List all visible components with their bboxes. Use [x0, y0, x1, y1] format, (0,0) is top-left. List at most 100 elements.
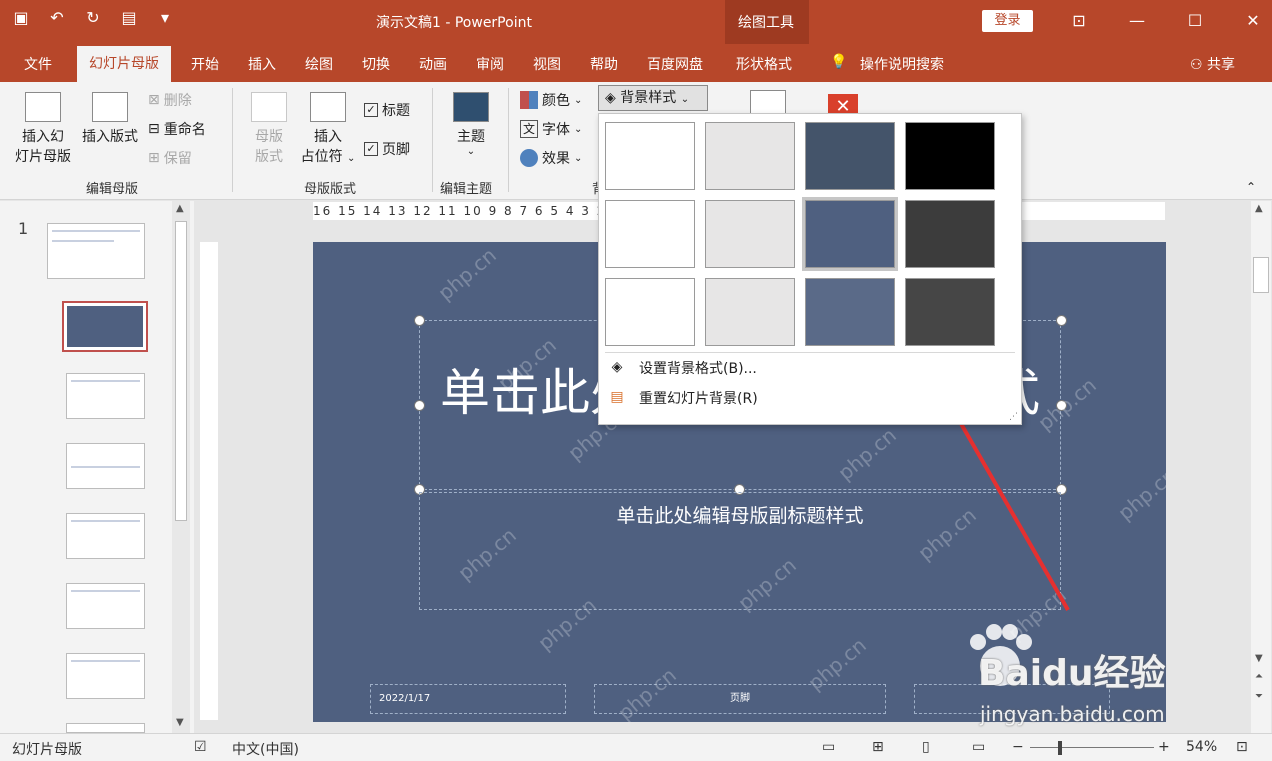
tab-transitions[interactable]: 切换 [362, 54, 390, 74]
tab-view[interactable]: 视图 [533, 54, 561, 74]
layout-thumbnail-selected[interactable] [62, 301, 148, 352]
tab-file[interactable]: 文件 [24, 54, 52, 74]
title-checkbox[interactable]: ✓ 标题 [364, 100, 410, 120]
scroll-up-icon[interactable]: ▲ [176, 203, 184, 214]
thumbnail-line [71, 520, 140, 522]
bg-style-swatch-9[interactable] [605, 278, 695, 346]
tab-insert[interactable]: 插入 [248, 54, 276, 74]
presenter-icon[interactable]: ▤ [118, 8, 140, 27]
effects-button[interactable]: 效果 ⌄ [520, 148, 582, 168]
themes-button[interactable]: 主题 ⌄ [446, 92, 496, 157]
delete-button[interactable]: ⊠ 删除 [148, 90, 192, 110]
zoom-level[interactable]: 54% [1186, 739, 1217, 755]
fit-to-window-icon[interactable]: ⊡ [1236, 739, 1248, 755]
tab-shape-format[interactable]: 形状格式 [736, 54, 792, 74]
next-slide-icon[interactable]: ⏷ [1255, 691, 1263, 702]
insert-layout-button[interactable]: 插入版式 [78, 92, 142, 146]
preserve-button[interactable]: ⊞ 保留 [148, 148, 192, 168]
language-indicator[interactable]: 中文(中国) [232, 739, 299, 759]
undo-icon[interactable]: ↶ [46, 8, 68, 27]
bg-style-swatch-11[interactable] [805, 278, 895, 346]
scroll-thumb[interactable] [175, 221, 187, 521]
previous-slide-icon[interactable]: ⏶ [1255, 671, 1263, 682]
close-icon[interactable]: ✕ [1224, 6, 1272, 36]
ribbon-display-icon[interactable]: ⊡ [1050, 6, 1108, 36]
scroll-up-icon[interactable]: ▲ [1255, 203, 1263, 214]
bg-style-swatch-8[interactable] [905, 200, 995, 268]
view-mode-label: 幻灯片母版 [12, 742, 82, 758]
tab-review[interactable]: 审阅 [476, 54, 504, 74]
customize-qat-icon[interactable]: ▾ [154, 8, 176, 27]
reset-background-menu-item[interactable]: ▤ 重置幻灯片背景(R) [607, 388, 757, 408]
scroll-down-icon[interactable]: ▼ [176, 717, 184, 728]
bg-style-swatch-4[interactable] [905, 122, 995, 190]
preserve-icon: ⊞ [148, 150, 160, 166]
thumbnail-line [71, 380, 140, 382]
save-icon[interactable]: ▣ [10, 8, 32, 27]
bg-style-swatch-6[interactable] [705, 200, 795, 268]
tab-animations[interactable]: 动画 [419, 54, 447, 74]
slide-number: 1 [18, 219, 29, 238]
resize-handle[interactable] [414, 315, 425, 326]
scroll-thumb[interactable] [1253, 257, 1269, 293]
normal-view-icon[interactable]: ▭ [822, 739, 835, 755]
layout-thumbnail[interactable] [66, 583, 145, 629]
tab-help[interactable]: 帮助 [590, 54, 618, 74]
login-button[interactable]: 登录 [982, 10, 1033, 32]
tab-baidu-pan[interactable]: 百度网盘 [647, 54, 703, 74]
zoom-slider[interactable] [1030, 747, 1154, 748]
bg-style-swatch-5[interactable] [605, 200, 695, 268]
bg-style-swatch-7[interactable] [802, 197, 898, 271]
bg-style-swatch-12[interactable] [905, 278, 995, 346]
tab-draw[interactable]: 绘图 [305, 54, 333, 74]
date-placeholder[interactable]: 2022/1/17 [370, 684, 566, 714]
layout-thumbnail[interactable] [66, 513, 145, 559]
chevron-down-icon: ⌄ [574, 94, 583, 106]
tab-home[interactable]: 开始 [191, 54, 219, 74]
maximize-icon[interactable]: ☐ [1166, 6, 1224, 36]
collapse-ribbon-icon[interactable]: ⌃ [1246, 180, 1256, 194]
zoom-in-icon[interactable]: + [1158, 739, 1170, 755]
insert-placeholder-button[interactable]: 插入 占位符 ⌄ [298, 92, 358, 166]
tell-me-search[interactable]: 操作说明搜索 [860, 54, 944, 74]
slideshow-icon[interactable]: ▭ [972, 739, 985, 755]
thumbnail-scrollbar[interactable]: ▲ ▼ [172, 201, 190, 733]
document-title: 演示文稿1 - PowerPoint [376, 15, 532, 31]
layout-thumbnail[interactable] [66, 443, 145, 489]
zoom-slider-thumb[interactable] [1058, 741, 1062, 755]
minimize-icon[interactable]: — [1108, 6, 1166, 36]
reading-view-icon[interactable]: ▯ [922, 739, 930, 755]
resize-handle[interactable] [414, 400, 425, 411]
zoom-out-icon[interactable]: − [1012, 739, 1024, 755]
rename-button[interactable]: ⊟ 重命名 [148, 119, 206, 139]
background-styles-button[interactable]: ◈ 背景样式 ⌄ [598, 85, 708, 111]
chevron-down-icon: ⌄ [466, 146, 476, 157]
insert-slide-master-button[interactable]: 插入幻 灯片母版 [12, 92, 74, 166]
footer-checkbox[interactable]: ✓ 页脚 [364, 139, 410, 159]
group-separator [432, 88, 433, 192]
master-thumbnail[interactable] [47, 223, 145, 279]
redo-icon[interactable]: ↻ [82, 8, 104, 27]
colors-button[interactable]: 颜色 ⌄ [520, 90, 582, 110]
effects-label: 效果 [542, 151, 570, 167]
accessibility-icon[interactable]: ☑ [194, 739, 207, 755]
master-layout-button[interactable]: 母版 版式 [244, 92, 294, 166]
resize-grip-icon[interactable]: ⋰ [1009, 412, 1018, 422]
share-button[interactable]: ⚇ 共享 [1190, 54, 1235, 74]
thumbnail-line [52, 230, 140, 232]
paint-bucket-icon: ◈ [605, 90, 616, 106]
layout-thumbnail[interactable] [66, 653, 145, 699]
layout-thumbnail[interactable] [66, 723, 145, 733]
fonts-button[interactable]: 文字体 ⌄ [520, 119, 582, 139]
format-background-menu-item[interactable]: ◈ 设置背景格式(B)... [607, 358, 757, 378]
scroll-down-icon[interactable]: ▼ [1255, 653, 1263, 664]
bg-style-swatch-1[interactable] [605, 122, 695, 190]
canvas-scrollbar[interactable]: ▲ ▼ ⏶ ⏷ [1251, 201, 1271, 733]
tab-slide-master[interactable]: 幻灯片母版 [77, 46, 171, 82]
bg-style-swatch-2[interactable] [705, 122, 795, 190]
checkbox-checked-icon: ✓ [364, 103, 378, 117]
bg-style-swatch-3[interactable] [805, 122, 895, 190]
layout-thumbnail[interactable] [66, 373, 145, 419]
slide-sorter-icon[interactable]: ⊞ [872, 739, 884, 755]
bg-style-swatch-10[interactable] [705, 278, 795, 346]
